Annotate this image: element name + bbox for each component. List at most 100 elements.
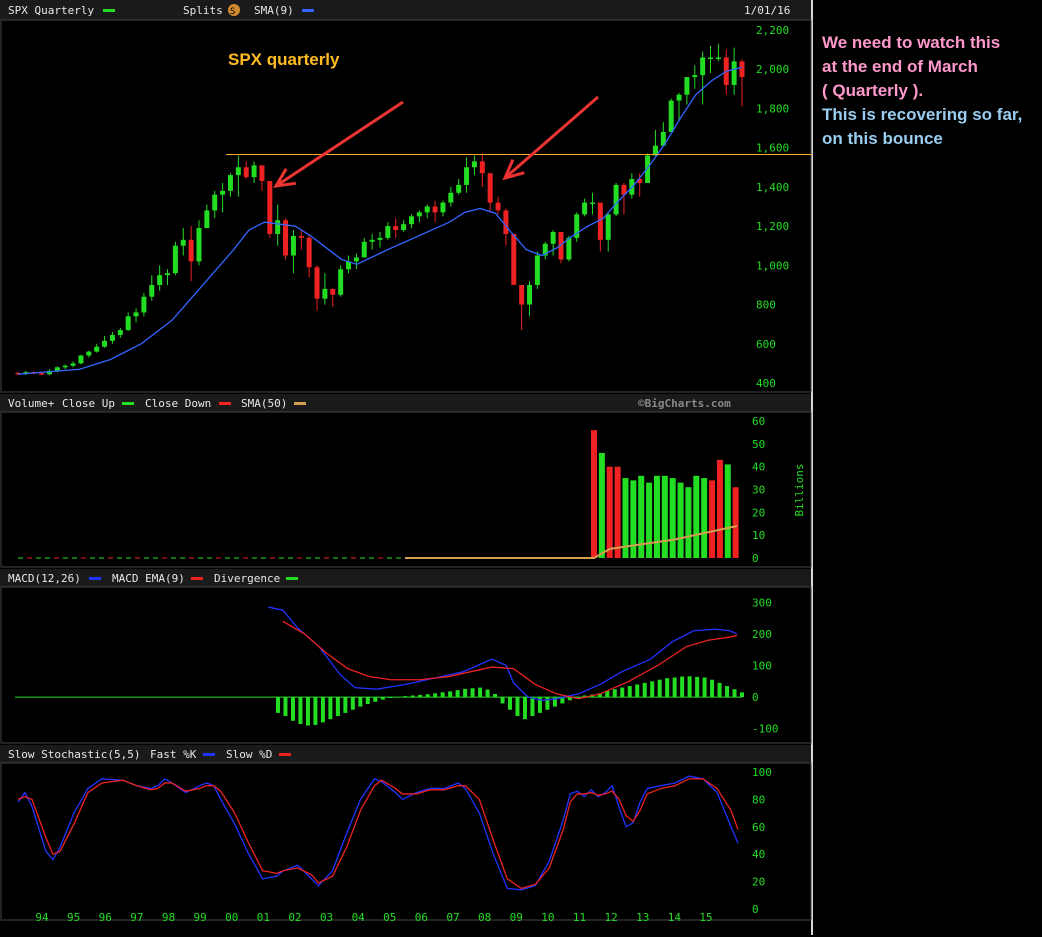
candle-up (700, 57, 706, 76)
x-tick-label: 05 (383, 911, 396, 924)
divergence-bar (642, 682, 647, 698)
divergence-bar (410, 695, 415, 698)
divergence-bar (717, 682, 722, 698)
stoch-y-tick: 60 (752, 821, 765, 834)
divergence-bar (672, 677, 677, 698)
price-header-bar (0, 0, 811, 20)
splits-icon-letter: S (230, 7, 235, 17)
candle-down (503, 210, 509, 234)
sma-legend-swatch (302, 9, 314, 12)
candle-up (196, 228, 202, 262)
divergence-label: Divergence (214, 572, 280, 585)
stoch-label: Slow Stochastic(5,5) (8, 748, 140, 761)
x-tick-label: 06 (415, 911, 428, 924)
divergence-bar (440, 692, 445, 698)
divergence-bar (710, 679, 715, 698)
divergence-bar (687, 676, 692, 698)
candle-up (582, 202, 588, 215)
macd-ema-label: MACD EMA(9) (112, 572, 185, 585)
chart-canvas: SPX Quarterly Splits S SMA(9) 1/01/16 Vo… (0, 0, 813, 935)
candle-down (487, 173, 493, 203)
candle-up (109, 334, 115, 341)
price-y-tick: 800 (756, 299, 776, 312)
x-tick-label: 09 (510, 911, 523, 924)
divergence-bar (343, 697, 348, 713)
x-tick-label: 11 (573, 911, 586, 924)
fastk-label: Fast %K (150, 748, 197, 761)
candle-down (739, 61, 745, 78)
divergence-bar (290, 697, 295, 721)
divergence-bar (350, 697, 355, 710)
candle-up (527, 284, 533, 305)
divergence-bar (283, 697, 288, 717)
macd-y-tick: 300 (752, 596, 772, 609)
divergence-bar (725, 686, 730, 698)
x-tick-label: 95 (67, 911, 80, 924)
candle-up (424, 206, 430, 213)
price-legend-swatch (103, 9, 115, 12)
candle-up (102, 340, 108, 347)
divergence-bar (373, 697, 378, 702)
price-y-tick: 600 (756, 338, 776, 351)
candle-down (511, 233, 517, 285)
candle-up (692, 75, 698, 78)
candle-up (157, 275, 163, 285)
volume-y-tick: 60 (752, 415, 765, 428)
candle-up (62, 365, 68, 368)
candle-up (684, 77, 690, 95)
divergence-bar (485, 689, 490, 698)
divergence-bar (680, 676, 685, 698)
candle-up (78, 355, 84, 364)
splits-label: Splits (183, 4, 223, 17)
chart-frame: SPX Quarterly Splits S SMA(9) 1/01/16 Vo… (0, 0, 813, 935)
candle-up (534, 255, 540, 285)
fastk-swatch (203, 753, 215, 756)
divergence-bar (305, 697, 310, 726)
candle-up (456, 184, 462, 193)
candle-up (566, 237, 572, 260)
volume-bar (614, 466, 621, 558)
volume-bar (693, 475, 700, 558)
candle-down (393, 226, 399, 231)
x-tick-label: 03 (320, 911, 333, 924)
x-tick-label: 15 (699, 911, 712, 924)
divergence-bar (365, 697, 370, 705)
divergence-bar (463, 688, 468, 698)
candle-down (314, 267, 320, 299)
volume-bar (598, 452, 605, 558)
candle-up (448, 192, 454, 203)
volume-title: Volume+ (8, 397, 55, 410)
volume-bar (653, 475, 660, 558)
price-y-tick: 2,200 (756, 24, 789, 37)
note-blue: This is recovering so far, on this bounc… (822, 105, 1023, 148)
candle-up (715, 57, 721, 59)
macd-ema-swatch (191, 577, 203, 580)
candle-up (70, 363, 76, 366)
candle-up (117, 330, 123, 335)
candle-up (251, 165, 257, 178)
candle-up (589, 202, 595, 205)
volume-y-tick: 40 (752, 461, 765, 474)
x-tick-label: 97 (130, 911, 143, 924)
divergence-bar (328, 697, 333, 720)
macd-swatch (89, 577, 101, 580)
billions-label: Billions (793, 464, 806, 517)
x-tick-label: 96 (99, 911, 112, 924)
candle-down (298, 235, 304, 238)
price-y-tick: 1,800 (756, 102, 789, 115)
slowd-label: Slow %D (226, 748, 272, 761)
divergence-bar (515, 697, 520, 717)
vol-sma-label: SMA(50) (241, 397, 287, 410)
x-tick-label: 94 (35, 911, 49, 924)
candle-down (243, 167, 249, 178)
divergence-bar (313, 697, 318, 725)
macd-y-tick: 100 (752, 660, 772, 673)
candle-up (401, 224, 407, 231)
divergence-bar (470, 688, 475, 698)
candle-up (369, 239, 375, 242)
x-tick-label: 98 (162, 911, 175, 924)
candle-up (180, 239, 186, 246)
price-y-tick: 1,000 (756, 259, 789, 272)
volume-y-tick: 0 (752, 552, 759, 565)
x-tick-label: 13 (636, 911, 649, 924)
